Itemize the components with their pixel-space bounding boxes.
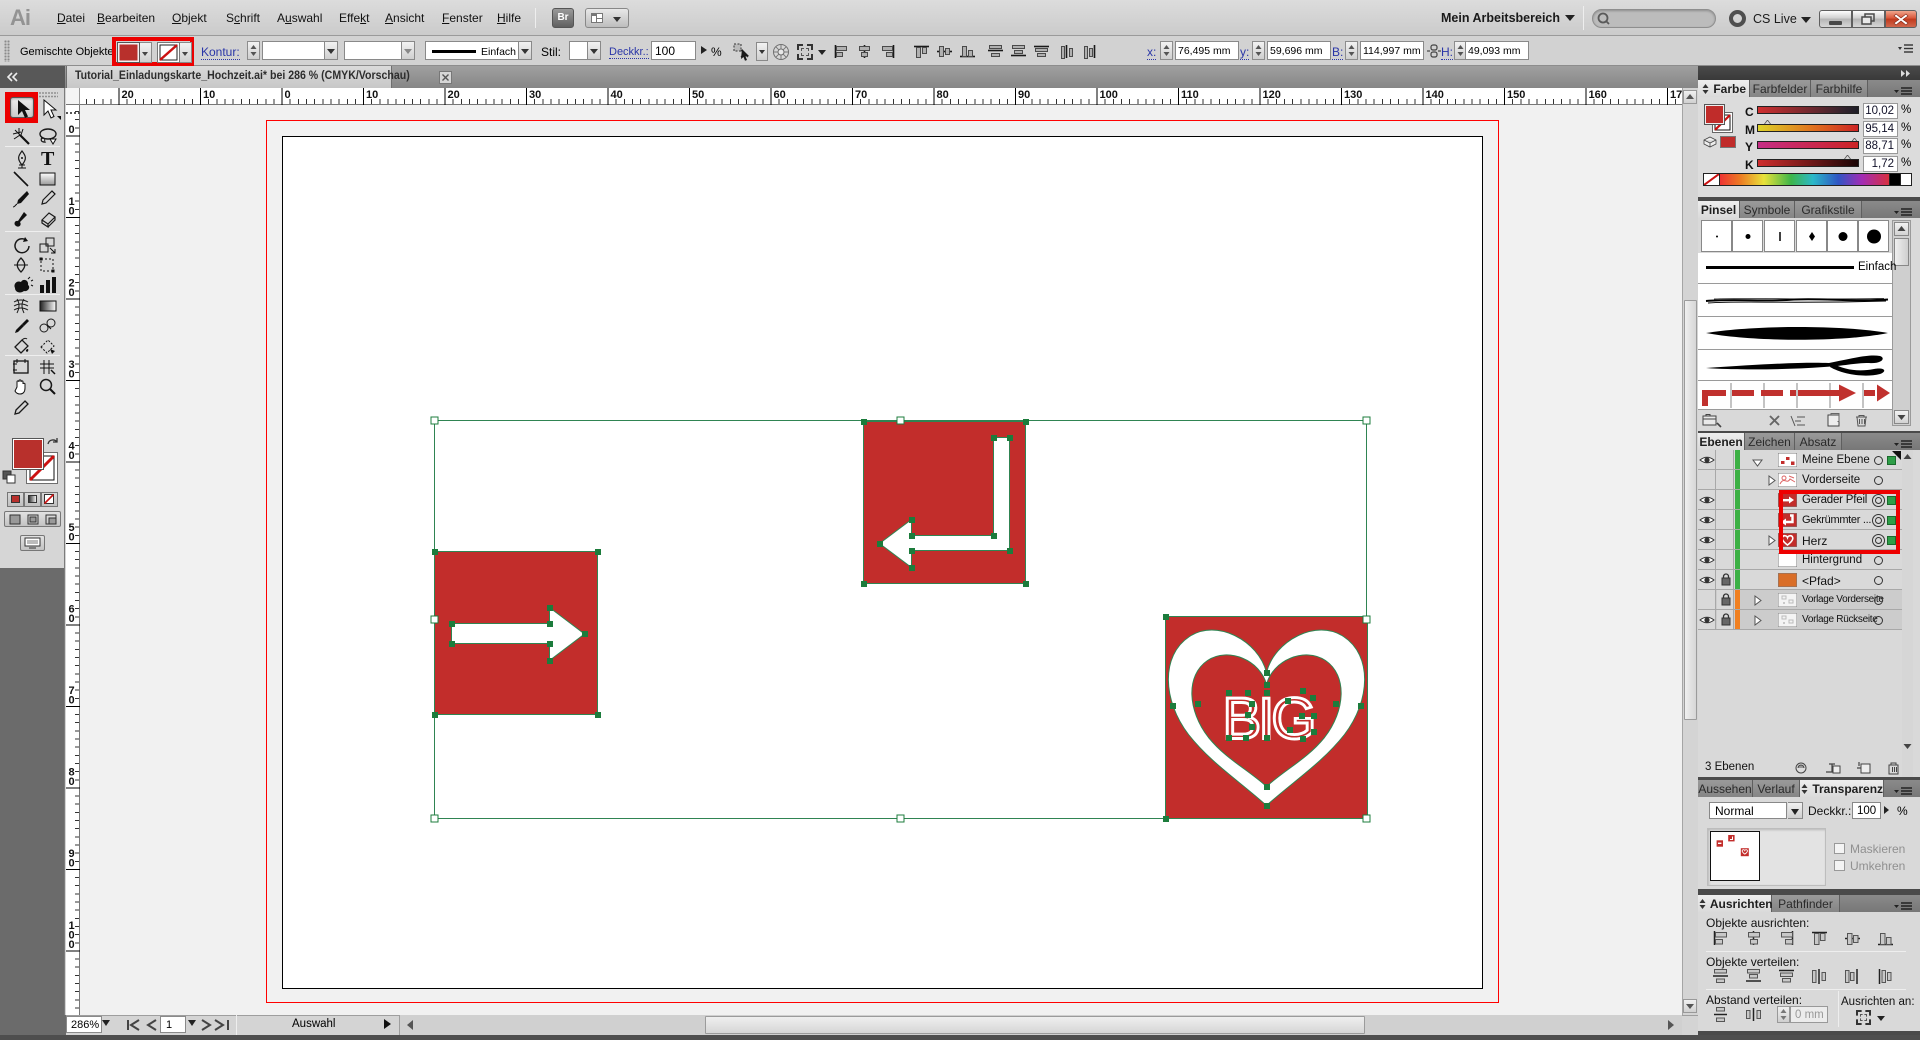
svg-text:110: 110	[1181, 89, 1199, 101]
svg-text:T: T	[41, 148, 55, 170]
svg-text:50: 50	[692, 89, 704, 101]
svg-text:10: 10	[366, 89, 378, 101]
svg-text:170: 170	[1670, 89, 1682, 101]
svg-text:20: 20	[122, 89, 134, 101]
svg-text:60: 60	[774, 89, 786, 101]
svg-text:0: 0	[285, 89, 291, 101]
svg-text:100: 100	[1100, 89, 1118, 101]
svg-text:130: 130	[1344, 89, 1362, 101]
svg-text:0: 0	[69, 206, 75, 218]
svg-text:160: 160	[1589, 89, 1607, 101]
svg-text:40: 40	[611, 89, 623, 101]
svg-text:0: 0	[69, 287, 75, 299]
svg-text:10: 10	[203, 89, 215, 101]
svg-text:30: 30	[529, 89, 541, 101]
svg-text:70: 70	[855, 89, 867, 101]
svg-text:0: 0	[69, 613, 75, 625]
svg-text:0: 0	[69, 450, 75, 462]
svg-text:90: 90	[1018, 89, 1030, 101]
svg-text:0: 0	[69, 532, 75, 544]
svg-text:0: 0	[69, 858, 75, 870]
svg-text:120: 120	[1263, 89, 1281, 101]
svg-text:0: 0	[69, 939, 75, 951]
svg-text:0: 0	[69, 369, 75, 381]
svg-text:20: 20	[448, 89, 460, 101]
svg-text:150: 150	[1507, 89, 1525, 101]
svg-text:80: 80	[937, 89, 949, 101]
svg-text:0: 0	[69, 776, 75, 788]
svg-text:0: 0	[69, 124, 75, 136]
svg-text:0: 0	[69, 695, 75, 707]
svg-text:140: 140	[1426, 89, 1444, 101]
